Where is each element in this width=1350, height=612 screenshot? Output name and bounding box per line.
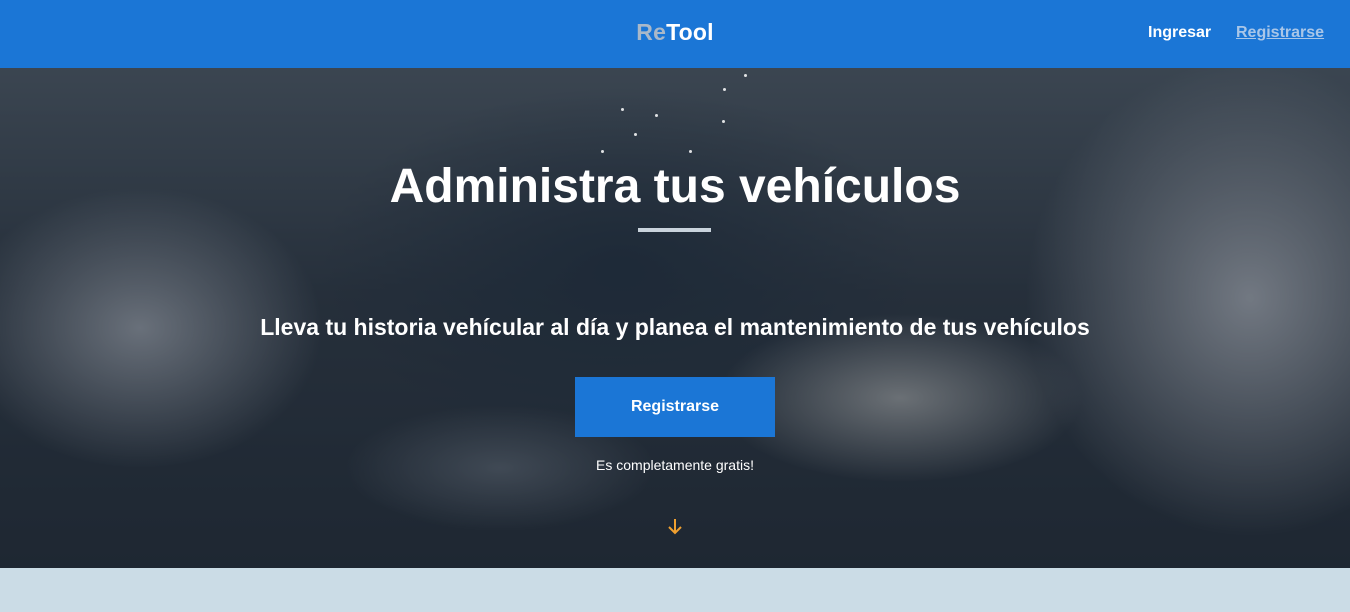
register-button[interactable]: Registrarse (575, 377, 775, 437)
sparkle-dot (621, 108, 624, 111)
hero-section: Administra tus vehículos Lleva tu histor… (0, 68, 1350, 568)
sparkle-dot (655, 114, 658, 117)
arrow-down-icon[interactable] (665, 515, 685, 539)
login-link[interactable]: Ingresar (1148, 24, 1211, 42)
logo-tool: Tool (666, 19, 714, 45)
sparkle-dot (689, 150, 692, 153)
sparkle-dot (601, 150, 604, 153)
free-note: Es completamente gratis! (596, 457, 754, 473)
title-divider (638, 228, 711, 232)
arrow-down-icon-svg (668, 519, 682, 535)
sparkle-dot (722, 120, 725, 123)
hero-title: Administra tus vehículos (389, 160, 961, 213)
sparkle-dot (723, 88, 726, 91)
hero-subtitle: Lleva tu historia vehícular al día y pla… (260, 314, 1090, 340)
sparkle-dot (744, 74, 747, 77)
top-navbar: ReTool Ingresar Registrarse (0, 0, 1350, 68)
next-section (0, 568, 1350, 612)
logo-re: Re (636, 19, 667, 45)
sparkle-dot (634, 133, 637, 136)
register-link[interactable]: Registrarse (1236, 24, 1324, 42)
